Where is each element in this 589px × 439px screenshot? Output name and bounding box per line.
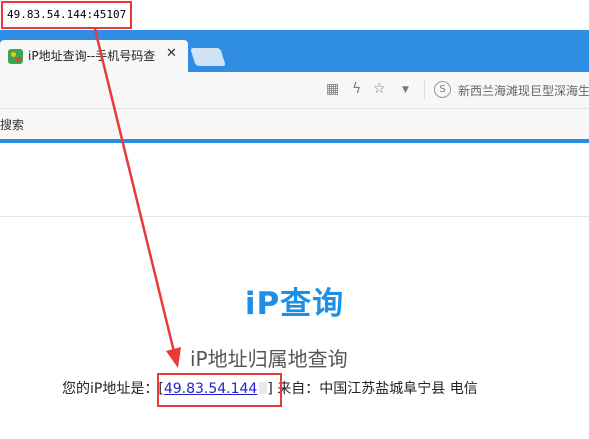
browser-tab-strip: iP地址查询--手机号码查 ✕ [0, 30, 589, 72]
toolbar-separator [424, 81, 425, 99]
lightning-icon[interactable]: ϟ [352, 81, 361, 97]
bookmarks-bar: 搜索 [0, 109, 589, 139]
bookmark-search[interactable]: 搜索 [0, 116, 24, 133]
star-icon[interactable]: ☆ [373, 81, 386, 97]
ip-prefix: 您的iP地址是： [62, 381, 159, 397]
browser-tab-active[interactable]: iP地址查询--手机号码查 ✕ [0, 40, 188, 72]
s-logo-icon[interactable]: S [434, 81, 451, 98]
tab-close-icon[interactable]: ✕ [166, 46, 177, 61]
site-logo[interactable]: iP查询 [0, 278, 589, 323]
news-ticker[interactable]: 新西兰海滩现巨型深海生 [458, 82, 589, 99]
new-tab-button[interactable] [190, 48, 226, 66]
ip-highlight-box [157, 373, 282, 407]
annotation-strip: 49.83.54.144:45107 [0, 0, 589, 30]
site-favicon-icon [8, 49, 23, 64]
ip-location: 来自：中国江苏盐城阜宁县 电信 [272, 381, 478, 397]
proxy-address-callout: 49.83.54.144:45107 [1, 1, 133, 29]
tab-title: iP地址查询--手机号码查 [28, 49, 156, 63]
dropdown-icon[interactable]: ▼ [402, 85, 409, 95]
qr-code-icon[interactable]: ▦ [326, 81, 339, 97]
browser-toolbar: ▦ ϟ ☆ ▼ S 新西兰海滩现巨型深海生 [0, 72, 589, 109]
header-divider [0, 216, 589, 217]
page-subtitle: iP地址归属地查询 [190, 347, 348, 371]
